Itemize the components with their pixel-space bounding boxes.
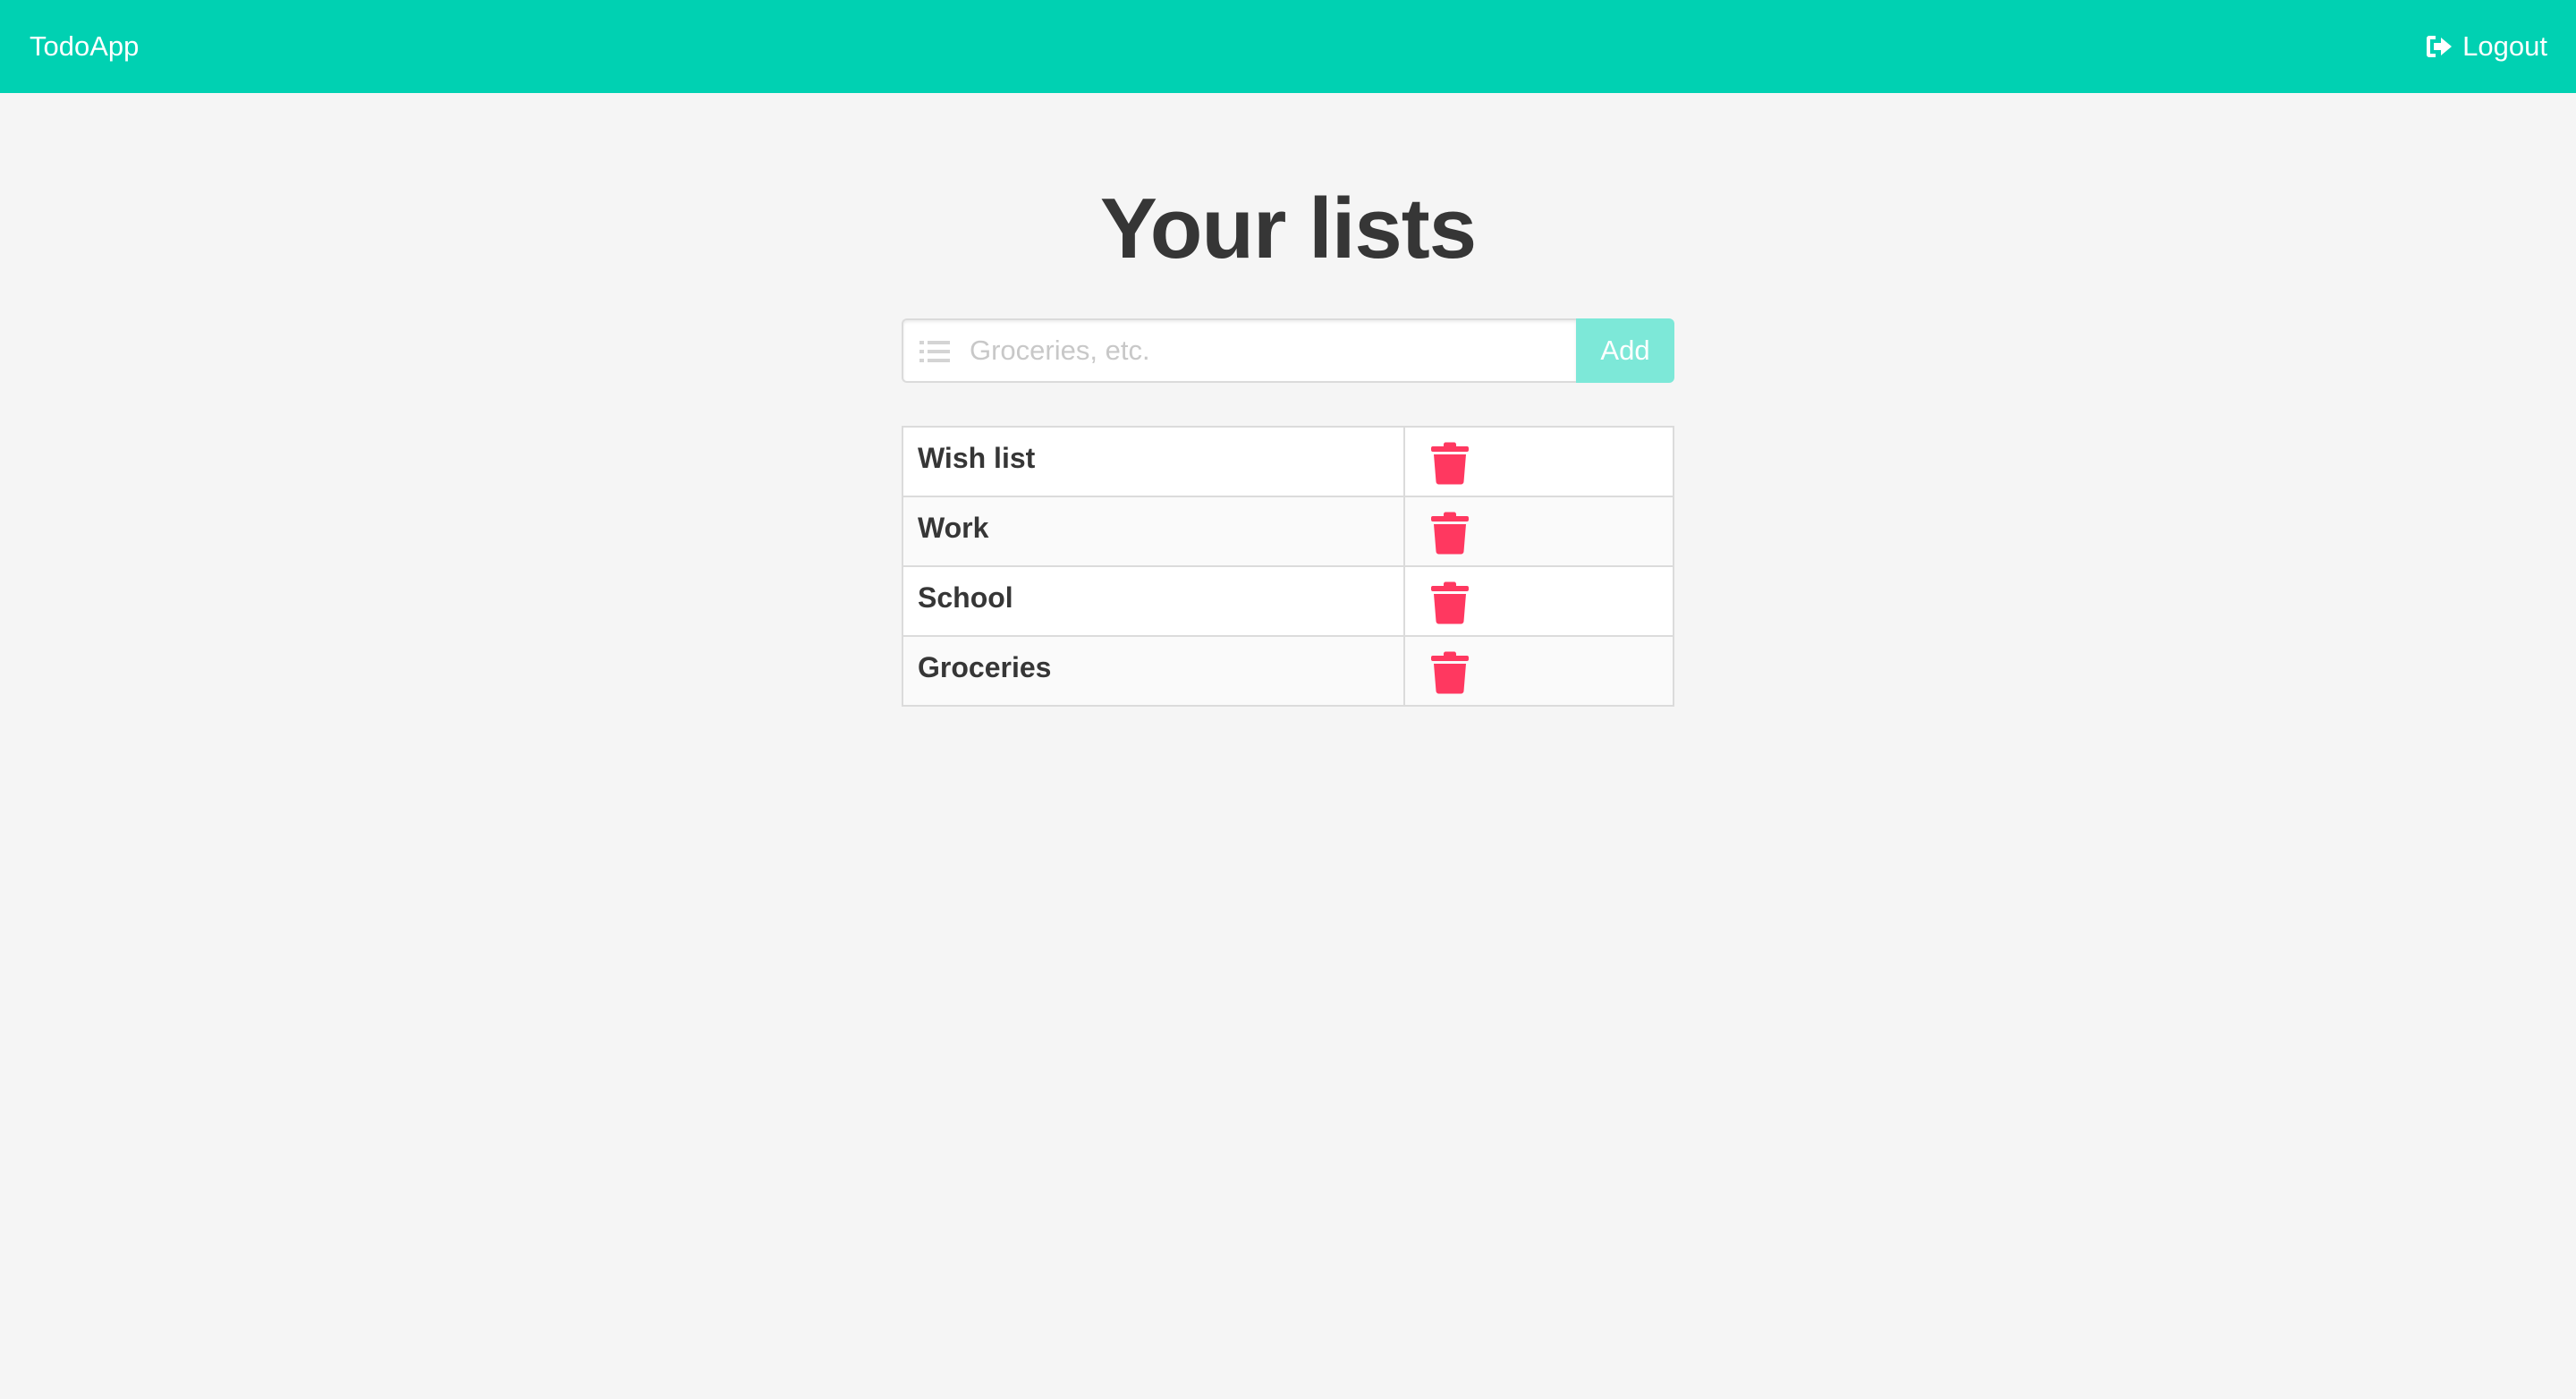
list-name-cell: Work	[902, 496, 1405, 567]
page-title: Your lists	[1099, 181, 1477, 276]
trash-icon	[1430, 442, 1469, 485]
add-list-form: Add	[902, 318, 1674, 383]
table-row: School	[902, 565, 1675, 637]
trash-icon	[1430, 581, 1469, 624]
table-row: Wish list	[902, 426, 1675, 497]
list-name-cell: School	[902, 565, 1405, 637]
list-action-cell	[1402, 496, 1675, 567]
delete-list-button[interactable]	[1430, 442, 1470, 485]
delete-list-button[interactable]	[1430, 512, 1470, 555]
list-action-cell	[1402, 635, 1675, 707]
sign-out-icon	[2425, 32, 2453, 61]
lists-table: Wish list Work School Groceries	[902, 426, 1675, 707]
logout-button[interactable]: Logout	[2425, 0, 2547, 93]
brand-link[interactable]: TodoApp	[30, 0, 139, 93]
list-action-cell	[1402, 565, 1675, 637]
table-row: Work	[902, 496, 1675, 567]
trash-icon	[1430, 512, 1469, 555]
list-link-work[interactable]: Work	[903, 497, 1403, 546]
list-link-wish-list[interactable]: Wish list	[903, 428, 1403, 476]
list-link-groceries[interactable]: Groceries	[903, 637, 1403, 685]
delete-list-button[interactable]	[1430, 651, 1470, 694]
list-action-cell	[1402, 426, 1675, 497]
list-link-school[interactable]: School	[903, 567, 1403, 615]
trash-icon	[1430, 651, 1469, 694]
list-icon	[919, 340, 950, 363]
logout-label: Logout	[2462, 30, 2547, 62]
add-list-button[interactable]: Add	[1576, 318, 1674, 383]
list-name-field	[902, 318, 1576, 383]
new-list-input[interactable]	[970, 320, 1560, 381]
top-navbar: TodoApp Logout	[0, 0, 2576, 93]
table-row: Groceries	[902, 635, 1675, 707]
delete-list-button[interactable]	[1430, 581, 1470, 624]
list-name-cell: Wish list	[902, 426, 1405, 497]
list-name-cell: Groceries	[902, 635, 1405, 707]
